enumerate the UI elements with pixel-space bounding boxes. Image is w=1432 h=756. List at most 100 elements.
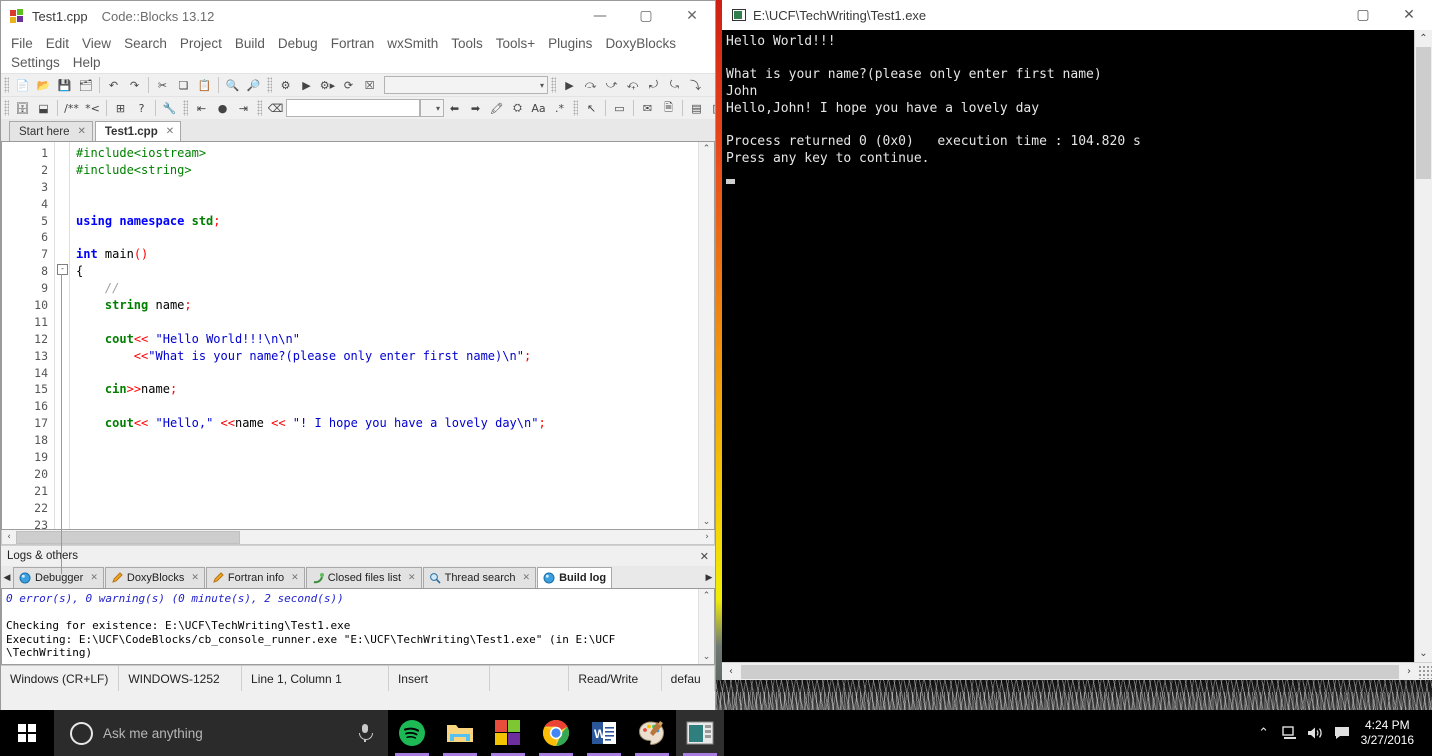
show-hidden-icons-icon[interactable]: ⌃ — [1251, 710, 1277, 756]
code-line[interactable]: <<"What is your name?(please only enter … — [70, 348, 698, 365]
code-line[interactable] — [70, 365, 698, 382]
code-line[interactable]: using namespace std; — [70, 213, 698, 230]
code-line[interactable] — [70, 449, 698, 466]
toolbar-grip[interactable] — [257, 100, 262, 116]
code-line[interactable] — [70, 483, 698, 500]
log-tab-doxyblocks[interactable]: DoxyBlocks ✕ — [104, 567, 205, 588]
hscroll-thumb[interactable] — [16, 530, 240, 544]
menu-item-project[interactable]: Project — [180, 34, 222, 53]
code-line[interactable]: // — [70, 280, 698, 297]
taskbar-app-code-blocks[interactable] — [676, 710, 724, 756]
toolbar-row-1[interactable]: 📄 📂 💾 🗂 ↶ ↷ ✂ ❏ 📋 🔍 🔎 ⚙ ▶ ⚙▸ ⟳ ☒ ▾ ▶ ⤼ ⤻… — [1, 73, 715, 96]
cut-icon[interactable]: ✂ — [152, 75, 173, 95]
wx-layout1-icon[interactable]: ▤ — [686, 98, 707, 118]
menu-item-plugins[interactable]: Plugins — [548, 34, 592, 53]
console-body[interactable]: Hello World!!! What is your name?(please… — [722, 30, 1432, 680]
maximize-button[interactable]: ▢ — [623, 1, 669, 31]
debug-next-instruction-icon[interactable]: ⤻ — [601, 75, 622, 95]
codeblocks-window[interactable]: Test1.cpp Code::Blocks 13.12 — ▢ ✕ File E… — [0, 0, 716, 712]
code-folding-margin[interactable]: - — [54, 142, 70, 574]
scroll-left-arrow-icon[interactable]: ‹ — [722, 666, 740, 677]
new-file-icon[interactable]: 📄 — [12, 75, 33, 95]
scroll-right-arrow-icon[interactable]: › — [1400, 666, 1418, 677]
code-line[interactable]: cin>>name; — [70, 381, 698, 398]
match-case-icon[interactable]: Aa — [528, 98, 549, 118]
build-target-combo[interactable]: ▾ — [384, 76, 548, 94]
close-icon[interactable]: ✕ — [291, 573, 299, 583]
resize-grip[interactable] — [1418, 664, 1432, 679]
scroll-right-arrow-icon[interactable]: › — [700, 532, 714, 542]
code-line[interactable] — [70, 500, 698, 517]
log-tab-closed-files-list[interactable]: Closed files list ✕ — [305, 567, 422, 588]
code-line[interactable] — [70, 179, 698, 196]
debug-break-icon[interactable]: ‖ — [706, 75, 715, 95]
fold-toggle-icon[interactable]: - — [57, 264, 68, 275]
windows-taskbar[interactable]: Ask me anything W ⌃ 4:24 PM 3/27/2016 — [0, 710, 1432, 756]
debug-continue-icon[interactable]: ▶ — [559, 75, 580, 95]
scroll-down-arrow-icon[interactable]: ⌄ — [703, 652, 711, 662]
code-editor[interactable]: 1 2 3 4 5 6 7 8 9 10 11 12 13 14 15 16 17 18 19 20 21 22 23 - … — [1, 142, 715, 574]
log-tab-build-log[interactable]: Build log — [537, 567, 613, 588]
menu-bar[interactable]: File Edit View Search Project Build Debug Fortr… — [1, 32, 715, 73]
wrench-icon[interactable]: 🔧 — [159, 98, 180, 118]
next-bookmark-icon[interactable]: ⇥ — [233, 98, 254, 118]
copy-icon[interactable]: ❏ — [173, 75, 194, 95]
toggle-bookmark-icon[interactable]: ● — [212, 98, 233, 118]
close-icon[interactable]: ✕ — [523, 573, 531, 583]
nav-back-icon[interactable]: ⬅ — [444, 98, 465, 118]
log-vertical-scrollbar[interactable]: ⌃ ⌄ — [698, 589, 714, 664]
taskbar-clock[interactable]: 4:24 PM 3/27/2016 — [1355, 718, 1424, 748]
redo-icon[interactable]: ↷ — [124, 75, 145, 95]
console-vscroll-thumb[interactable] — [1416, 47, 1431, 179]
replace-icon[interactable]: 🔎 — [243, 75, 264, 95]
doxyblocks-run-icon[interactable]: 🗄 — [12, 98, 33, 118]
clear-search-icon[interactable]: ⌫ — [265, 98, 286, 118]
close-icon[interactable]: ✕ — [191, 573, 199, 583]
menu-item-view[interactable]: View — [82, 34, 111, 53]
open-file-icon[interactable]: 📂 — [33, 75, 54, 95]
code-line[interactable] — [70, 229, 698, 246]
menu-item-tools-[interactable]: Tools+ — [496, 34, 535, 53]
editor-tab-test1-cpp[interactable]: Test1.cpp ✕ — [94, 121, 182, 141]
wx-dialog-icon[interactable]: ✉ — [637, 98, 658, 118]
doxyblocks-extract-icon[interactable]: ⬓ — [33, 98, 54, 118]
menu-item-search[interactable]: Search — [124, 34, 167, 53]
taskbar-app-google-chrome[interactable] — [532, 710, 580, 756]
console-maximize-button[interactable]: ▢ — [1340, 0, 1386, 30]
menu-item-settings[interactable]: Settings — [11, 53, 60, 72]
code-line[interactable]: string name; — [70, 297, 698, 314]
window-controls[interactable]: — ▢ ✕ — [577, 1, 715, 31]
close-icon[interactable]: ✕ — [90, 573, 98, 583]
debug-next-line-icon[interactable]: ⤼ — [580, 75, 601, 95]
close-icon[interactable]: ✕ — [166, 126, 174, 137]
menu-item-tools[interactable]: Tools — [451, 34, 483, 53]
editor-vertical-scrollbar[interactable]: ⌃ ⌄ — [698, 142, 714, 529]
wx-panel-icon[interactable]: ▭ — [609, 98, 630, 118]
search-scope-combo[interactable]: ▾ — [420, 99, 444, 117]
taskbar-app-microsoft-store[interactable] — [484, 710, 532, 756]
menu-item-doxyblocks[interactable]: DoxyBlocks — [605, 34, 676, 53]
pointer-icon[interactable]: ↖ — [581, 98, 602, 118]
close-icon[interactable]: ✕ — [78, 126, 86, 137]
debug-step-into-icon[interactable]: ⤽ — [622, 75, 643, 95]
taskbar-app-paint[interactable] — [628, 710, 676, 756]
code-line[interactable] — [70, 466, 698, 483]
start-button[interactable] — [0, 710, 54, 756]
cortana-search-box[interactable]: Ask me anything — [54, 710, 388, 756]
code-line[interactable]: { — [70, 263, 698, 280]
doxyblocks-config-icon[interactable]: ⊞ — [110, 98, 131, 118]
code-line[interactable] — [70, 432, 698, 449]
selected-text-icon[interactable]: ⛭ — [507, 98, 528, 118]
scroll-left-arrow-icon[interactable]: ‹ — [2, 532, 16, 542]
taskbar-app-spotify[interactable] — [388, 710, 436, 756]
build-log-body[interactable]: 0 error(s), 0 warning(s) (0 minute(s), 2… — [1, 589, 715, 665]
wx-layout2-icon[interactable]: ▥ — [707, 98, 715, 118]
editor-horizontal-scrollbar[interactable]: ‹ › — [1, 530, 715, 545]
toolbar-grip[interactable] — [4, 100, 9, 116]
toolbar-grip[interactable] — [573, 100, 578, 116]
code-line[interactable] — [70, 398, 698, 415]
incremental-search-input[interactable] — [286, 99, 420, 117]
scroll-up-arrow-icon[interactable]: ⌃ — [703, 591, 711, 601]
code-line[interactable]: int main() — [70, 246, 698, 263]
menu-item-wxsmith[interactable]: wxSmith — [387, 34, 438, 53]
